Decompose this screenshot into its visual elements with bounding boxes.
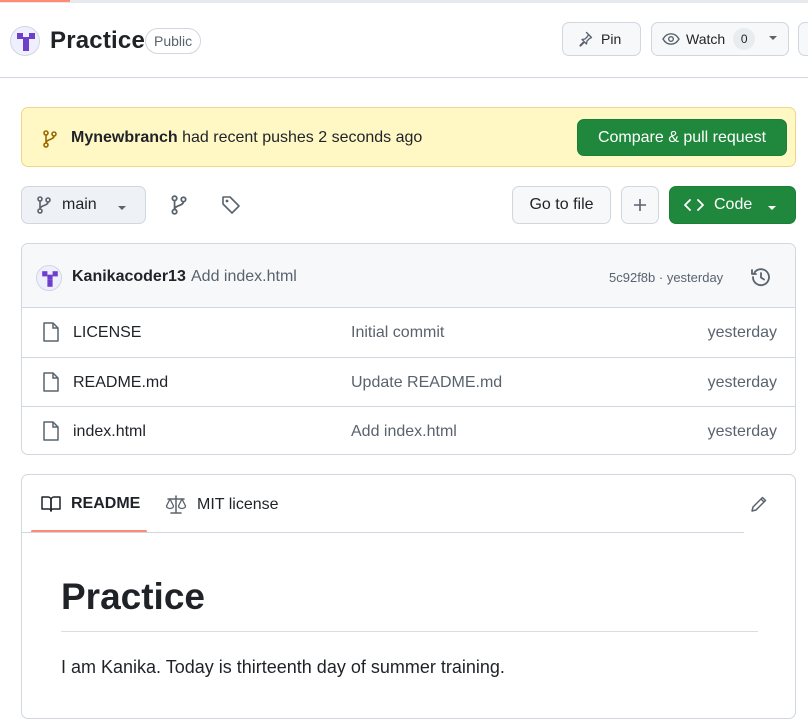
- pencil-icon[interactable]: [750, 495, 768, 513]
- repo-title[interactable]: Practice: [50, 27, 145, 55]
- code-button[interactable]: Code: [669, 186, 796, 224]
- watch-count: 0: [733, 28, 756, 50]
- file-commit-message[interactable]: Initial commit: [351, 324, 444, 342]
- file-date: yesterday: [707, 324, 777, 341]
- file-icon: [42, 372, 60, 392]
- book-icon: [41, 495, 61, 513]
- code-icon: [684, 197, 704, 213]
- readme-tabs: README MIT license: [22, 475, 795, 533]
- git-branch-icon: [170, 195, 188, 215]
- divider: [61, 631, 758, 632]
- watch-label: Watch: [686, 31, 726, 47]
- file-row[interactable]: index.html Add index.html yesterday: [22, 406, 795, 454]
- file-date: yesterday: [707, 374, 777, 391]
- watch-button[interactable]: Watch 0: [651, 22, 789, 56]
- file-date: yesterday: [707, 423, 777, 440]
- history-icon[interactable]: [750, 266, 772, 288]
- tabs-divider: [22, 532, 744, 533]
- commit-author[interactable]: Kanikacoder13: [72, 268, 186, 286]
- chevron-down-icon: [767, 203, 777, 213]
- git-branch-icon: [42, 130, 58, 148]
- file-icon: [42, 322, 60, 342]
- file-commit-message[interactable]: Add index.html: [351, 423, 457, 441]
- tab-readme[interactable]: README: [41, 495, 140, 513]
- file-name[interactable]: README.md: [73, 374, 168, 392]
- tab-license-label: MIT license: [197, 496, 279, 513]
- pin-label: Pin: [601, 31, 622, 47]
- readme-panel: README MIT license Practice I am Kanika.…: [21, 474, 796, 719]
- readme-body: I am Kanika. Today is thirteenth day of …: [61, 657, 505, 677]
- branches-link[interactable]: [170, 195, 188, 215]
- eye-icon: [662, 31, 680, 47]
- commit-message[interactable]: Add index.html: [191, 268, 297, 286]
- branch-name: main: [62, 196, 97, 213]
- tag-icon: [221, 195, 241, 215]
- commit-meta[interactable]: 5c92f8b · yesterday: [609, 270, 723, 285]
- chevron-down-icon: [117, 203, 127, 213]
- file-row[interactable]: README.md Update README.md yesterday: [22, 357, 795, 406]
- pin-icon: [577, 31, 593, 47]
- tab-readme-label: README: [71, 495, 141, 512]
- readme-heading: Practice: [61, 576, 205, 617]
- code-label: Code: [714, 196, 753, 213]
- banner-branch-name[interactable]: Mynewbranch: [71, 129, 178, 146]
- recent-push-banner: Mynewbranch had recent pushes 2 seconds …: [21, 107, 796, 167]
- owner-avatar[interactable]: [10, 26, 40, 56]
- file-commit-message[interactable]: Update README.md: [351, 374, 502, 392]
- compare-pull-request-button[interactable]: Compare & pull request: [577, 119, 787, 156]
- file-icon: [42, 421, 60, 441]
- file-row[interactable]: LICENSE Initial commit yesterday: [22, 308, 795, 357]
- law-icon: [165, 495, 187, 515]
- pin-button[interactable]: Pin: [562, 22, 641, 56]
- file-name[interactable]: index.html: [73, 423, 146, 441]
- fork-button[interactable]: [798, 22, 808, 56]
- file-name[interactable]: LICENSE: [73, 324, 141, 342]
- latest-commit-bar: Kanikacoder13 Add index.html 5c92f8b · y…: [22, 244, 795, 308]
- visibility-badge: Public: [145, 28, 202, 54]
- go-to-file-button[interactable]: Go to file: [512, 186, 611, 224]
- banner-text: had recent pushes 2 seconds ago: [177, 129, 423, 146]
- top-accent-bar: [0, 0, 70, 2]
- tab-license[interactable]: MIT license: [165, 495, 279, 515]
- avatar[interactable]: [36, 265, 62, 291]
- branch-selector[interactable]: main: [21, 186, 146, 224]
- tags-link[interactable]: [221, 195, 241, 215]
- banner-message: Mynewbranch had recent pushes 2 seconds …: [71, 129, 422, 147]
- file-table: Kanikacoder13 Add index.html 5c92f8b · y…: [21, 243, 796, 455]
- chevron-down-icon: [768, 33, 778, 43]
- git-branch-icon: [36, 196, 52, 214]
- add-file-button[interactable]: [621, 186, 659, 224]
- repo-header: Practice Public Pin Watch 0: [0, 3, 808, 78]
- plus-icon: [632, 197, 648, 213]
